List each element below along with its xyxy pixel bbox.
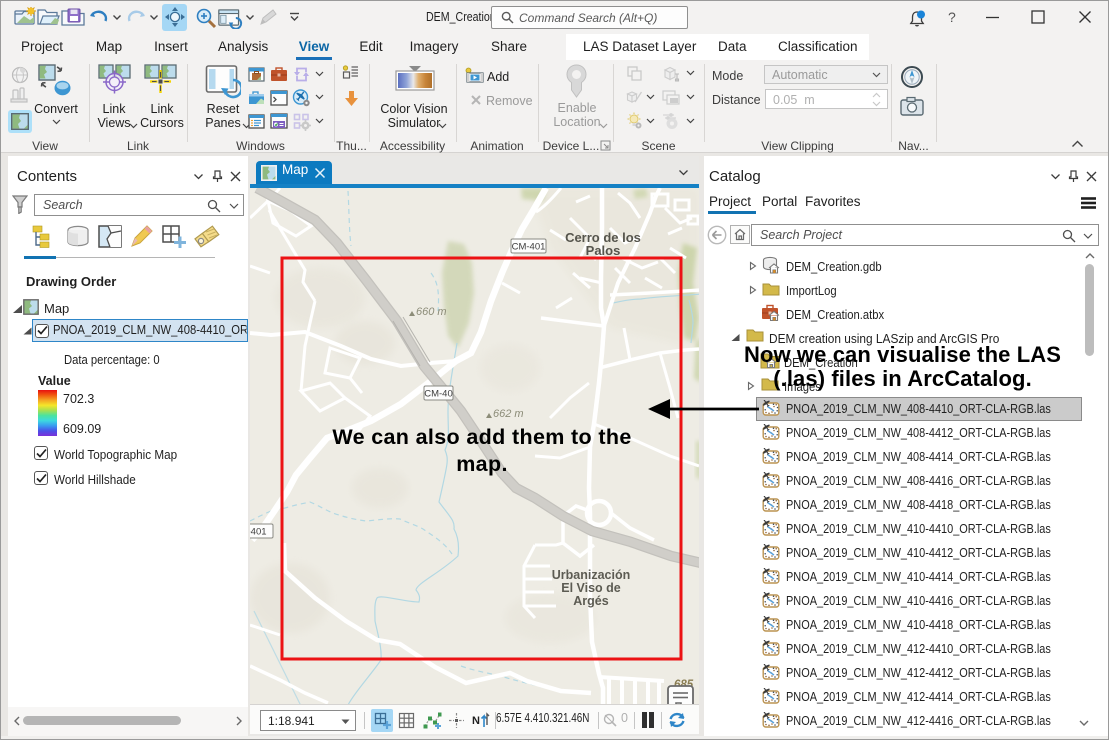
- svg-text:Argés: Argés: [573, 594, 608, 608]
- svg-text:CM-401: CM-401: [512, 241, 546, 252]
- svg-text:660 m: 660 m: [416, 306, 447, 318]
- svg-text:N: N: [472, 715, 480, 727]
- svg-text:El Viso de: El Viso de: [561, 581, 621, 595]
- svg-text:Palos: Palos: [586, 243, 621, 258]
- svg-text:Urbanización: Urbanización: [552, 568, 631, 582]
- svg-text:662 m: 662 m: [493, 408, 524, 420]
- svg-text:CM-40: CM-40: [424, 388, 453, 399]
- svg-text:-401: -401: [250, 526, 267, 537]
